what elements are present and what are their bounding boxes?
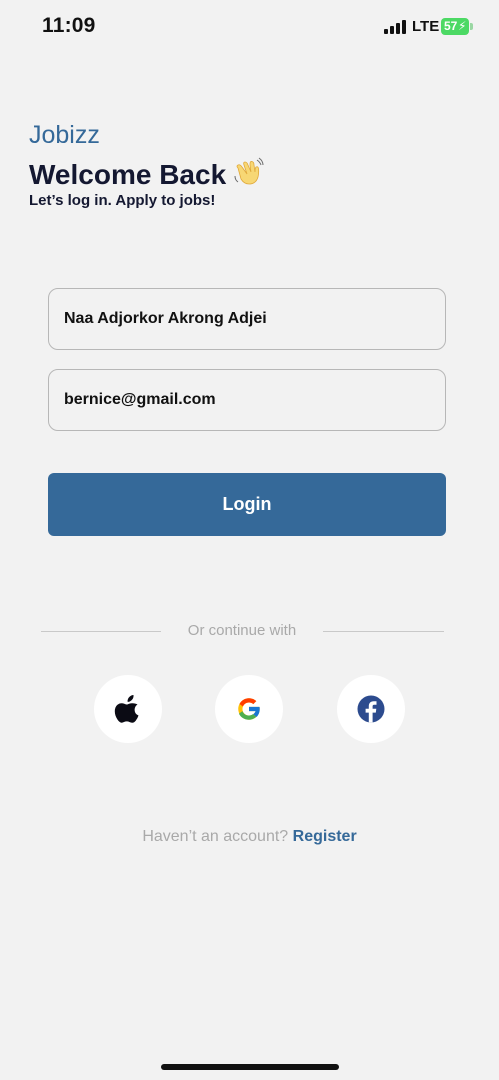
battery-level: 57 — [444, 19, 458, 33]
divider-line-left — [41, 631, 161, 632]
apple-icon — [114, 695, 139, 723]
page-title: Welcome Back — [29, 156, 264, 191]
brand-name: Jobizz — [29, 121, 100, 149]
charging-icon: ⚡ — [458, 19, 467, 33]
signal-icon — [384, 20, 408, 34]
google-login-button[interactable] — [215, 675, 283, 743]
battery-icon: 57 ⚡ — [441, 18, 469, 35]
name-field[interactable] — [48, 288, 446, 350]
status-bar: 11:09 LTE 57 ⚡ — [0, 0, 499, 54]
login-button[interactable]: Login — [48, 473, 446, 536]
divider-line-right — [323, 631, 444, 632]
google-icon — [238, 698, 261, 720]
facebook-login-button[interactable] — [337, 675, 405, 743]
battery-cap — [470, 23, 473, 30]
email-field[interactable] — [48, 369, 446, 431]
home-indicator[interactable] — [161, 1064, 339, 1070]
status-time: 11:09 — [42, 14, 96, 37]
register-prompt: Haven’t an account? — [142, 828, 289, 845]
divider-text: Or continue with — [187, 622, 297, 639]
waving-hand-icon — [232, 156, 264, 188]
name-input[interactable] — [64, 310, 445, 328]
register-line: Haven’t an account? Register — [0, 828, 499, 846]
email-input[interactable] — [64, 391, 445, 409]
page-title-text: Welcome Back — [29, 159, 227, 190]
facebook-icon — [357, 695, 385, 723]
page-subtitle: Let’s log in. Apply to jobs! — [29, 192, 216, 209]
network-label: LTE — [412, 18, 440, 35]
register-link[interactable]: Register — [293, 828, 357, 845]
apple-login-button[interactable] — [94, 675, 162, 743]
